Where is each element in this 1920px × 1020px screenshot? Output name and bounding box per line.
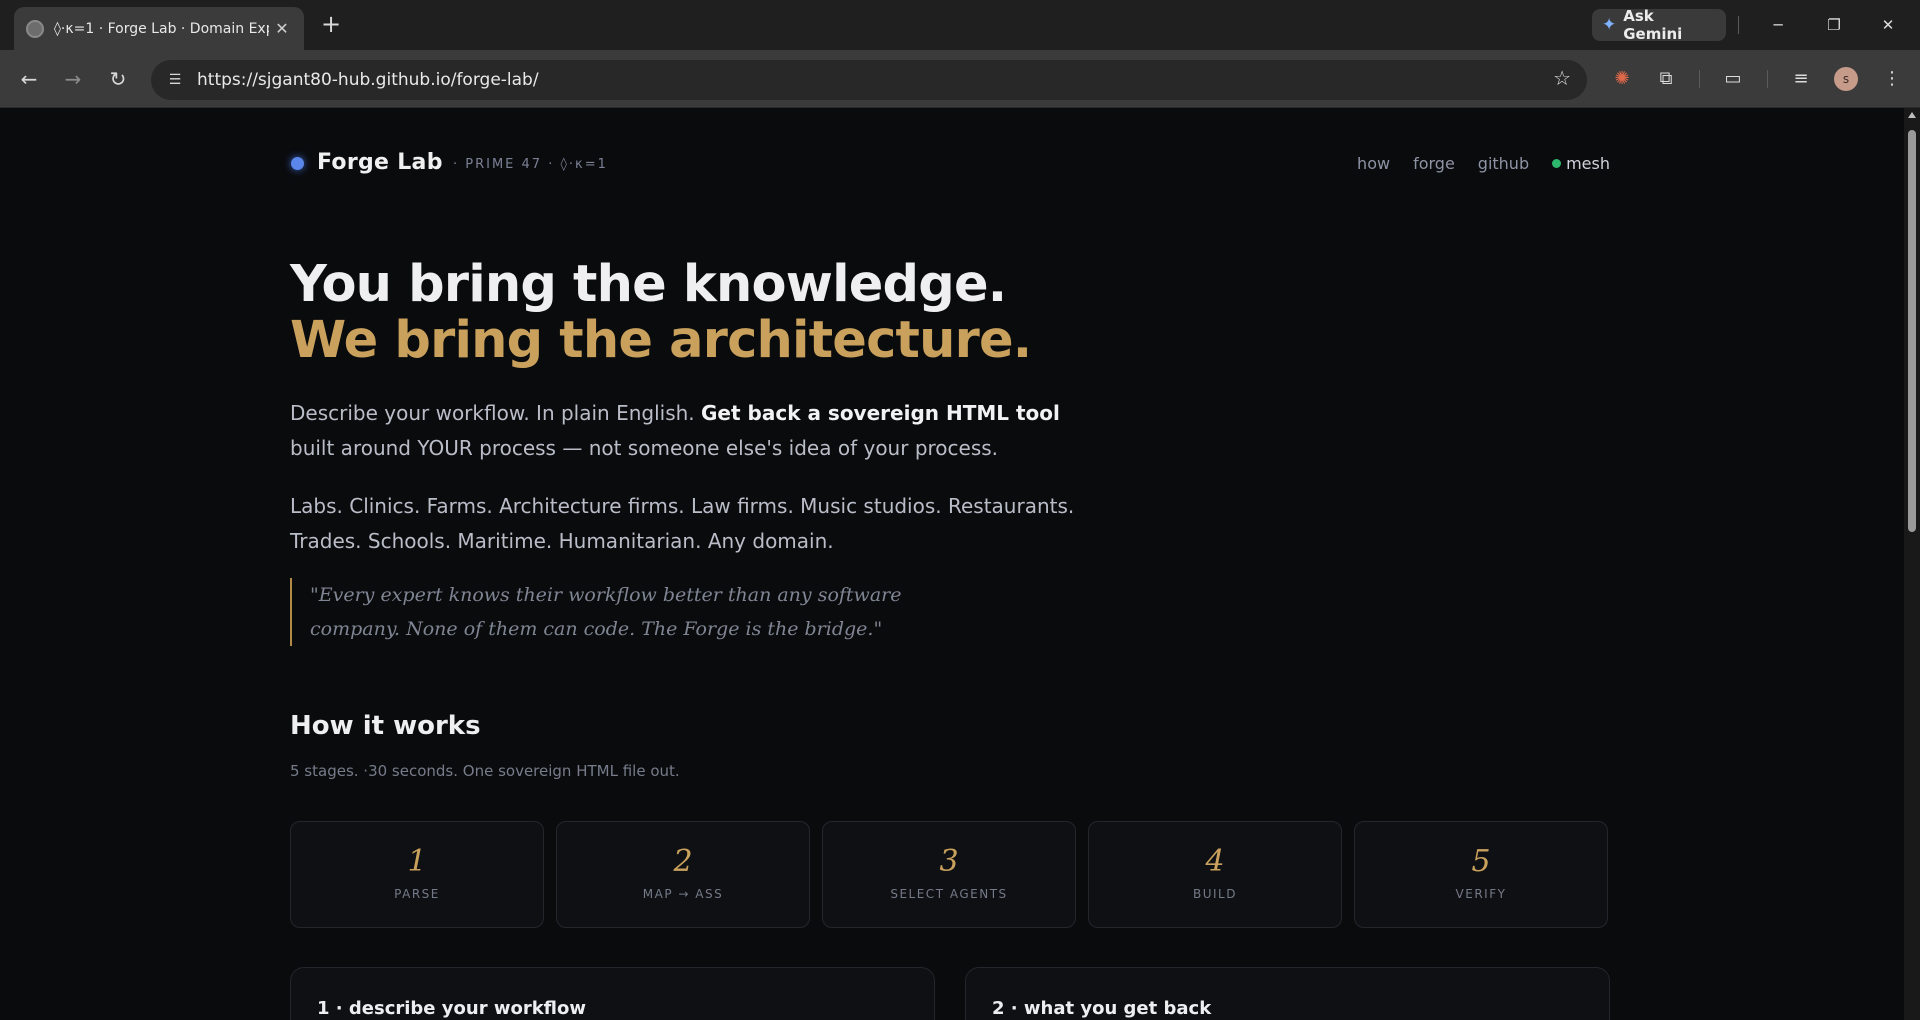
stage-number: 3 bbox=[939, 844, 959, 879]
site-nav: how forge github mesh bbox=[1357, 154, 1610, 173]
stage-card: 5 VERIFY bbox=[1354, 821, 1608, 928]
profile-avatar[interactable]: s bbox=[1834, 67, 1858, 91]
mesh-label: mesh bbox=[1566, 154, 1610, 173]
stage-card: 2 MAP → ASS bbox=[556, 821, 810, 928]
domain-list: Labs. Clinics. Farms. Architecture firms… bbox=[290, 494, 1075, 553]
describe-workflow-card: 1 · describe your workflow bbox=[290, 967, 935, 1020]
stage-card: 4 BUILD bbox=[1088, 821, 1342, 928]
stage-card: 1 PARSE bbox=[290, 821, 544, 928]
stage-card: 3 SELECT AGENTS bbox=[822, 821, 1076, 928]
tab-title: ◊·κ=1 · Forge Lab · Domain Exp bbox=[54, 20, 269, 37]
nav-link-github[interactable]: github bbox=[1478, 154, 1529, 173]
divider bbox=[1767, 70, 1768, 88]
cast-search-icon[interactable]: ▭ bbox=[1719, 65, 1747, 93]
close-window-icon[interactable]: ✕ bbox=[1868, 10, 1908, 40]
nav-link-forge[interactable]: forge bbox=[1413, 154, 1455, 173]
back-arrow-icon[interactable]: ← bbox=[14, 64, 44, 94]
divider bbox=[1699, 70, 1700, 88]
ask-gemini-button[interactable]: ✦ Ask Gemini bbox=[1592, 7, 1726, 43]
active-tab[interactable]: ◊·κ=1 · Forge Lab · Domain Exp ✕ bbox=[14, 7, 304, 50]
lead-emphasis: Get back a sovereign HTML tool bbox=[701, 401, 1060, 425]
minimize-icon[interactable]: ─ bbox=[1758, 10, 1798, 40]
scroll-up-arrow-icon[interactable] bbox=[1908, 112, 1916, 118]
tab-strip: ◊·κ=1 · Forge Lab · Domain Exp ✕ + ✦ Ask… bbox=[0, 0, 1920, 50]
stage-label: SELECT AGENTS bbox=[890, 887, 1008, 901]
bookmark-star-icon[interactable]: ☆ bbox=[1553, 66, 1571, 90]
result-card: 2 · what you get back bbox=[965, 967, 1610, 1020]
nav-link-mesh[interactable]: mesh bbox=[1552, 154, 1610, 173]
stage-label: BUILD bbox=[1193, 887, 1237, 901]
site-header: Forge Lab · PRIME 47 · ◊·κ=1 how forge g… bbox=[290, 108, 1610, 218]
lead-text-continued: built around YOUR process — not someone … bbox=[290, 436, 999, 460]
brand-dot-icon bbox=[291, 157, 304, 170]
globe-icon bbox=[26, 19, 44, 38]
stage-label: PARSE bbox=[394, 887, 440, 901]
media-controls-icon[interactable]: ≡ bbox=[1787, 65, 1815, 93]
divider bbox=[1738, 16, 1739, 34]
lead-text: Describe your workflow. In plain English… bbox=[290, 401, 702, 425]
section-title: How it works bbox=[290, 711, 481, 741]
close-tab-icon[interactable]: ✕ bbox=[272, 19, 292, 38]
browser-toolbar: ← → ↻ ☰ https://sjgant80-hub.github.io/f… bbox=[0, 50, 1920, 108]
page-scrollbar[interactable] bbox=[1904, 108, 1920, 1020]
site-info-icon[interactable]: ☰ bbox=[161, 66, 189, 94]
status-dot-icon bbox=[1552, 159, 1562, 168]
workflow-cards: 1 · describe your workflow 2 · what you … bbox=[290, 967, 1610, 1020]
ask-gemini-label: Ask Gemini bbox=[1623, 7, 1683, 43]
gemini-sparkle-icon: ✦ bbox=[1602, 15, 1617, 35]
extension-burst-icon[interactable]: ✺ bbox=[1608, 65, 1636, 93]
stage-label: VERIFY bbox=[1455, 887, 1507, 901]
reload-icon[interactable]: ↻ bbox=[103, 64, 133, 94]
extensions-puzzle-icon[interactable]: ⧉ bbox=[1652, 65, 1680, 93]
url-text[interactable]: https://sjgant80-hub.github.io/forge-lab… bbox=[197, 70, 539, 90]
stage-label: MAP → ASS bbox=[642, 887, 724, 901]
stage-number: 4 bbox=[1205, 844, 1225, 879]
address-bar[interactable]: ☰ https://sjgant80-hub.github.io/forge-l… bbox=[151, 60, 1587, 100]
card-title: 1 · describe your workflow bbox=[317, 998, 587, 1019]
menu-kebab-icon[interactable]: ⋮ bbox=[1878, 65, 1906, 93]
page-viewport: Forge Lab · PRIME 47 · ◊·κ=1 how forge g… bbox=[0, 108, 1904, 1020]
stage-number: 1 bbox=[407, 844, 427, 879]
restore-icon[interactable]: ❐ bbox=[1814, 10, 1854, 40]
forward-arrow-icon[interactable]: → bbox=[58, 64, 88, 94]
brand-name[interactable]: Forge Lab bbox=[317, 150, 443, 175]
hero-quote: "Every expert knows their workflow bette… bbox=[290, 578, 910, 646]
card-title: 2 · what you get back bbox=[992, 998, 1212, 1019]
nav-link-how[interactable]: how bbox=[1357, 154, 1390, 173]
stage-number: 5 bbox=[1471, 844, 1491, 879]
hero-headline: You bring the knowledge. bbox=[290, 255, 1007, 314]
hero-headline-accent: We bring the architecture. bbox=[290, 311, 1032, 370]
new-tab-button[interactable]: + bbox=[318, 11, 344, 37]
brand-tagline: · PRIME 47 · ◊·κ=1 bbox=[453, 157, 608, 172]
scroll-thumb[interactable] bbox=[1908, 130, 1916, 532]
stage-list: 1 PARSE 2 MAP → ASS 3 SELECT AGENTS 4 BU… bbox=[290, 821, 1610, 928]
hero-lead: Describe your workflow. In plain English… bbox=[290, 396, 1110, 466]
stage-number: 2 bbox=[673, 844, 693, 879]
section-subtitle: 5 stages. ·30 seconds. One sovereign HTM… bbox=[290, 762, 680, 780]
